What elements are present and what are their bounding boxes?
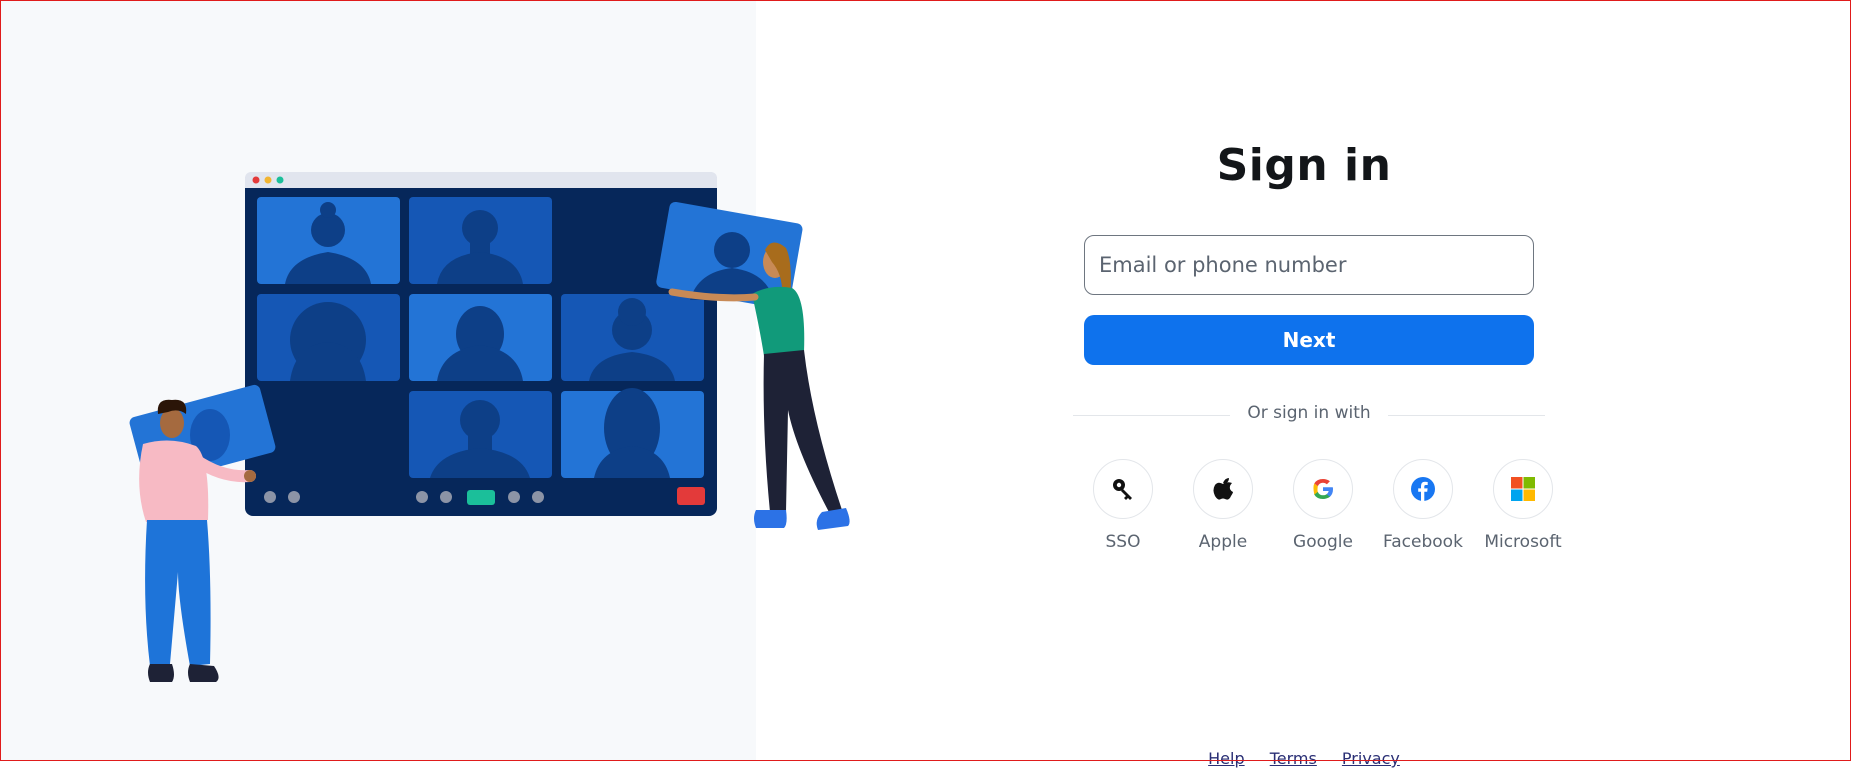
provider-label-facebook: Facebook: [1383, 532, 1463, 552]
google-sign-in-button[interactable]: Google: [1273, 459, 1373, 559]
microsoft-icon[interactable]: [1493, 459, 1553, 519]
sso-sign-in-button[interactable]: SSO: [1073, 459, 1173, 559]
provider-label-sso: SSO: [1105, 532, 1141, 552]
divider-line-right: [1388, 415, 1545, 416]
terms-link[interactable]: Terms: [1270, 749, 1317, 768]
next-button[interactable]: Next: [1084, 315, 1534, 365]
page-title: Sign in: [1216, 140, 1392, 191]
provider-label-apple: Apple: [1198, 532, 1248, 552]
facebook-sign-in-button[interactable]: Facebook: [1373, 459, 1473, 559]
apple-sign-in-button[interactable]: Apple: [1173, 459, 1273, 559]
sign-in-divider: Or sign in with: [1073, 403, 1545, 427]
sign-in-panel: Sign in Next Or sign in with SSO: [757, 0, 1851, 768]
provider-label-microsoft: Microsoft: [1484, 532, 1562, 552]
facebook-icon[interactable]: [1393, 459, 1453, 519]
key-icon[interactable]: [1093, 459, 1153, 519]
provider-label-google: Google: [1293, 532, 1353, 552]
footer-links: Help Terms Privacy: [757, 749, 1851, 768]
email-or-phone-input[interactable]: [1084, 235, 1534, 295]
help-link[interactable]: Help: [1208, 749, 1244, 768]
divider-text: Or sign in with: [1247, 403, 1371, 423]
google-icon[interactable]: [1293, 459, 1353, 519]
microsoft-sign-in-button[interactable]: Microsoft: [1473, 459, 1573, 559]
sign-in-providers: SSO Apple Google Facebook Microsoft: [1073, 459, 1562, 559]
privacy-link[interactable]: Privacy: [1342, 749, 1400, 768]
apple-icon[interactable]: [1193, 459, 1253, 519]
